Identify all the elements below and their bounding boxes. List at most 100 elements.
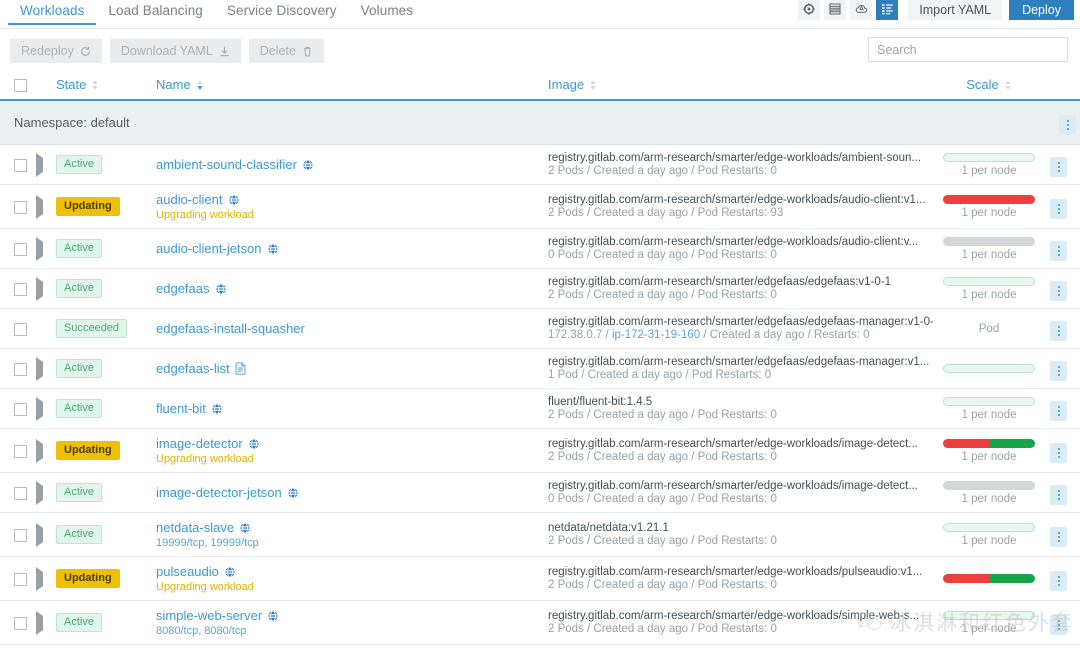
row-kebab-menu[interactable] bbox=[1050, 240, 1067, 261]
column-header-state[interactable]: State bbox=[56, 73, 156, 102]
tab-volumes[interactable]: Volumes bbox=[349, 0, 425, 25]
expand-triangle-icon[interactable] bbox=[36, 480, 43, 505]
table-row[interactable]: Active edgefaas-list registry.gitlab.com/a… bbox=[0, 348, 1080, 390]
row-name-cell: image-detector-jetson bbox=[156, 472, 548, 514]
expand-triangle-icon[interactable] bbox=[36, 396, 43, 421]
expand-triangle-icon[interactable] bbox=[36, 276, 43, 301]
column-header-name[interactable]: Name bbox=[156, 73, 548, 102]
table-row[interactable]: Active fluent-bit fluent/fluent-bit:1.4.5 2… bbox=[0, 388, 1080, 430]
table-row[interactable]: Active simple-web-server 8080/tcp, 8080/tc… bbox=[0, 600, 1080, 646]
row-kebab-menu[interactable] bbox=[1050, 526, 1067, 547]
row-kebab-menu[interactable] bbox=[1050, 614, 1067, 635]
expand-triangle-icon[interactable] bbox=[36, 236, 43, 261]
table-row[interactable]: Updating audio-client Upgrading workload re… bbox=[0, 184, 1080, 230]
download-yaml-button[interactable]: Download YAML bbox=[109, 39, 241, 63]
expand-triangle-icon[interactable] bbox=[36, 356, 43, 381]
row-kebab-menu[interactable] bbox=[1050, 360, 1067, 381]
workload-name-link[interactable]: audio-client-jetson bbox=[156, 241, 279, 256]
workload-ip: 172.38.0.7 / bbox=[548, 329, 612, 342]
workload-name-link[interactable]: image-detector bbox=[156, 436, 260, 451]
row-checkbox[interactable] bbox=[14, 200, 27, 214]
row-image-cell: registry.gitlab.com/arm-research/smarter… bbox=[548, 184, 933, 230]
workload-name-link[interactable]: pulseaudio bbox=[156, 564, 236, 579]
expand-triangle-icon[interactable] bbox=[36, 194, 43, 219]
row-kebab-menu[interactable] bbox=[1050, 198, 1067, 219]
search-input[interactable] bbox=[868, 37, 1068, 62]
workload-meta: 2 Pods / Created a day ago / Pod Restart… bbox=[548, 207, 784, 220]
target-icon-button[interactable] bbox=[798, 0, 821, 20]
row-checkbox[interactable] bbox=[14, 322, 27, 336]
namespace-kebab-menu[interactable] bbox=[1059, 115, 1076, 136]
row-checkbox[interactable] bbox=[14, 242, 27, 256]
workload-image: registry.gitlab.com/arm-research/smarter… bbox=[548, 480, 918, 493]
row-scale-cell: 1 per node bbox=[933, 600, 1045, 646]
workload-name-text: image-detector-jetson bbox=[156, 485, 282, 501]
workload-name-link[interactable]: netdata-slave bbox=[156, 520, 251, 535]
row-select-cell bbox=[0, 556, 36, 602]
column-header-scale[interactable]: Scale bbox=[933, 73, 1045, 102]
row-checkbox[interactable] bbox=[14, 572, 27, 586]
workload-name-link[interactable]: edgefaas bbox=[156, 281, 227, 296]
table-row[interactable]: Active netdata-slave 19999/tcp, 19999/tcp n… bbox=[0, 512, 1080, 558]
import-yaml-button[interactable]: Import YAML bbox=[908, 0, 1003, 20]
expand-triangle-icon[interactable] bbox=[36, 152, 43, 177]
row-checkbox[interactable] bbox=[14, 158, 27, 172]
expand-triangle-icon[interactable] bbox=[36, 522, 43, 547]
row-checkbox[interactable] bbox=[14, 362, 27, 376]
deploy-button[interactable]: Deploy bbox=[1009, 0, 1074, 20]
workload-name-link[interactable]: simple-web-server bbox=[156, 608, 279, 623]
node-link[interactable]: ip-172-31-19-160 bbox=[612, 329, 700, 341]
table-row[interactable]: Updating image-detector Upgrading workload… bbox=[0, 428, 1080, 474]
table-row[interactable]: Active ambient-sound-classifier registry.g… bbox=[0, 144, 1080, 186]
workload-ports[interactable]: 8080/tcp, 8080/tcp bbox=[156, 625, 548, 637]
row-kebab-menu[interactable] bbox=[1050, 442, 1067, 463]
expand-triangle-icon[interactable] bbox=[36, 438, 43, 463]
workload-name-link[interactable]: edgefaas-list bbox=[156, 361, 246, 376]
row-menu-cell bbox=[1045, 308, 1080, 350]
delete-button[interactable]: Delete bbox=[248, 39, 324, 63]
workload-name-link[interactable]: fluent-bit bbox=[156, 401, 223, 416]
workload-meta: 0 Pods / Created a day ago / Pod Restart… bbox=[548, 493, 777, 506]
workload-name-link[interactable]: audio-client bbox=[156, 192, 240, 207]
table-row[interactable]: Active audio-client-jetson registry.gitlab… bbox=[0, 228, 1080, 270]
table-row[interactable]: Succeeded edgefaas-install-squasher regist… bbox=[0, 308, 1080, 350]
cloud-icon-button[interactable] bbox=[850, 0, 873, 20]
row-name-cell: audio-client Upgrading workload bbox=[156, 184, 548, 230]
row-menu-cell bbox=[1045, 472, 1080, 514]
row-checkbox[interactable] bbox=[14, 528, 27, 542]
workload-meta: 2 Pods / Created a day ago / Pod Restart… bbox=[548, 165, 777, 178]
row-checkbox[interactable] bbox=[14, 282, 27, 296]
workload-name-link[interactable]: edgefaas-install-squasher bbox=[156, 321, 305, 336]
expand-triangle-icon[interactable] bbox=[36, 610, 43, 635]
table-row[interactable]: Updating pulseaudio Upgrading workload regi… bbox=[0, 556, 1080, 602]
select-all-checkbox[interactable] bbox=[14, 79, 27, 93]
workload-status-message: Upgrading workload bbox=[156, 453, 254, 466]
column-header-image[interactable]: Image bbox=[548, 73, 933, 102]
tab-service-discovery[interactable]: Service Discovery bbox=[215, 0, 349, 25]
row-expand-cell bbox=[36, 144, 56, 186]
row-kebab-menu[interactable] bbox=[1050, 156, 1067, 177]
row-kebab-menu[interactable] bbox=[1050, 400, 1067, 421]
workload-ports[interactable]: 19999/tcp, 19999/tcp bbox=[156, 537, 548, 549]
list-view-icon-button[interactable] bbox=[876, 0, 899, 20]
row-checkbox[interactable] bbox=[14, 444, 27, 458]
redeploy-button[interactable]: Redeploy bbox=[10, 39, 102, 63]
row-checkbox[interactable] bbox=[14, 402, 27, 416]
row-kebab-menu[interactable] bbox=[1050, 570, 1067, 591]
row-select-cell bbox=[0, 268, 36, 310]
scale-bar bbox=[943, 480, 1035, 490]
table-row[interactable]: Active edgefaas registry.gitlab.com/arm-re… bbox=[0, 268, 1080, 310]
row-kebab-menu[interactable] bbox=[1050, 484, 1067, 505]
server-stack-icon-button[interactable] bbox=[824, 0, 847, 20]
row-kebab-menu[interactable] bbox=[1050, 280, 1067, 301]
scale-label: 1 per node bbox=[961, 534, 1017, 547]
workload-name-link[interactable]: image-detector-jetson bbox=[156, 485, 299, 500]
tab-workloads[interactable]: Workloads bbox=[8, 0, 96, 25]
row-checkbox[interactable] bbox=[14, 486, 27, 500]
table-row[interactable]: Active image-detector-jetson registry.gitl… bbox=[0, 472, 1080, 514]
row-checkbox[interactable] bbox=[14, 616, 27, 630]
tab-load-balancing[interactable]: Load Balancing bbox=[96, 0, 214, 25]
row-kebab-menu[interactable] bbox=[1050, 320, 1067, 341]
workload-name-link[interactable]: ambient-sound-classifier bbox=[156, 157, 314, 172]
expand-triangle-icon[interactable] bbox=[36, 566, 43, 591]
